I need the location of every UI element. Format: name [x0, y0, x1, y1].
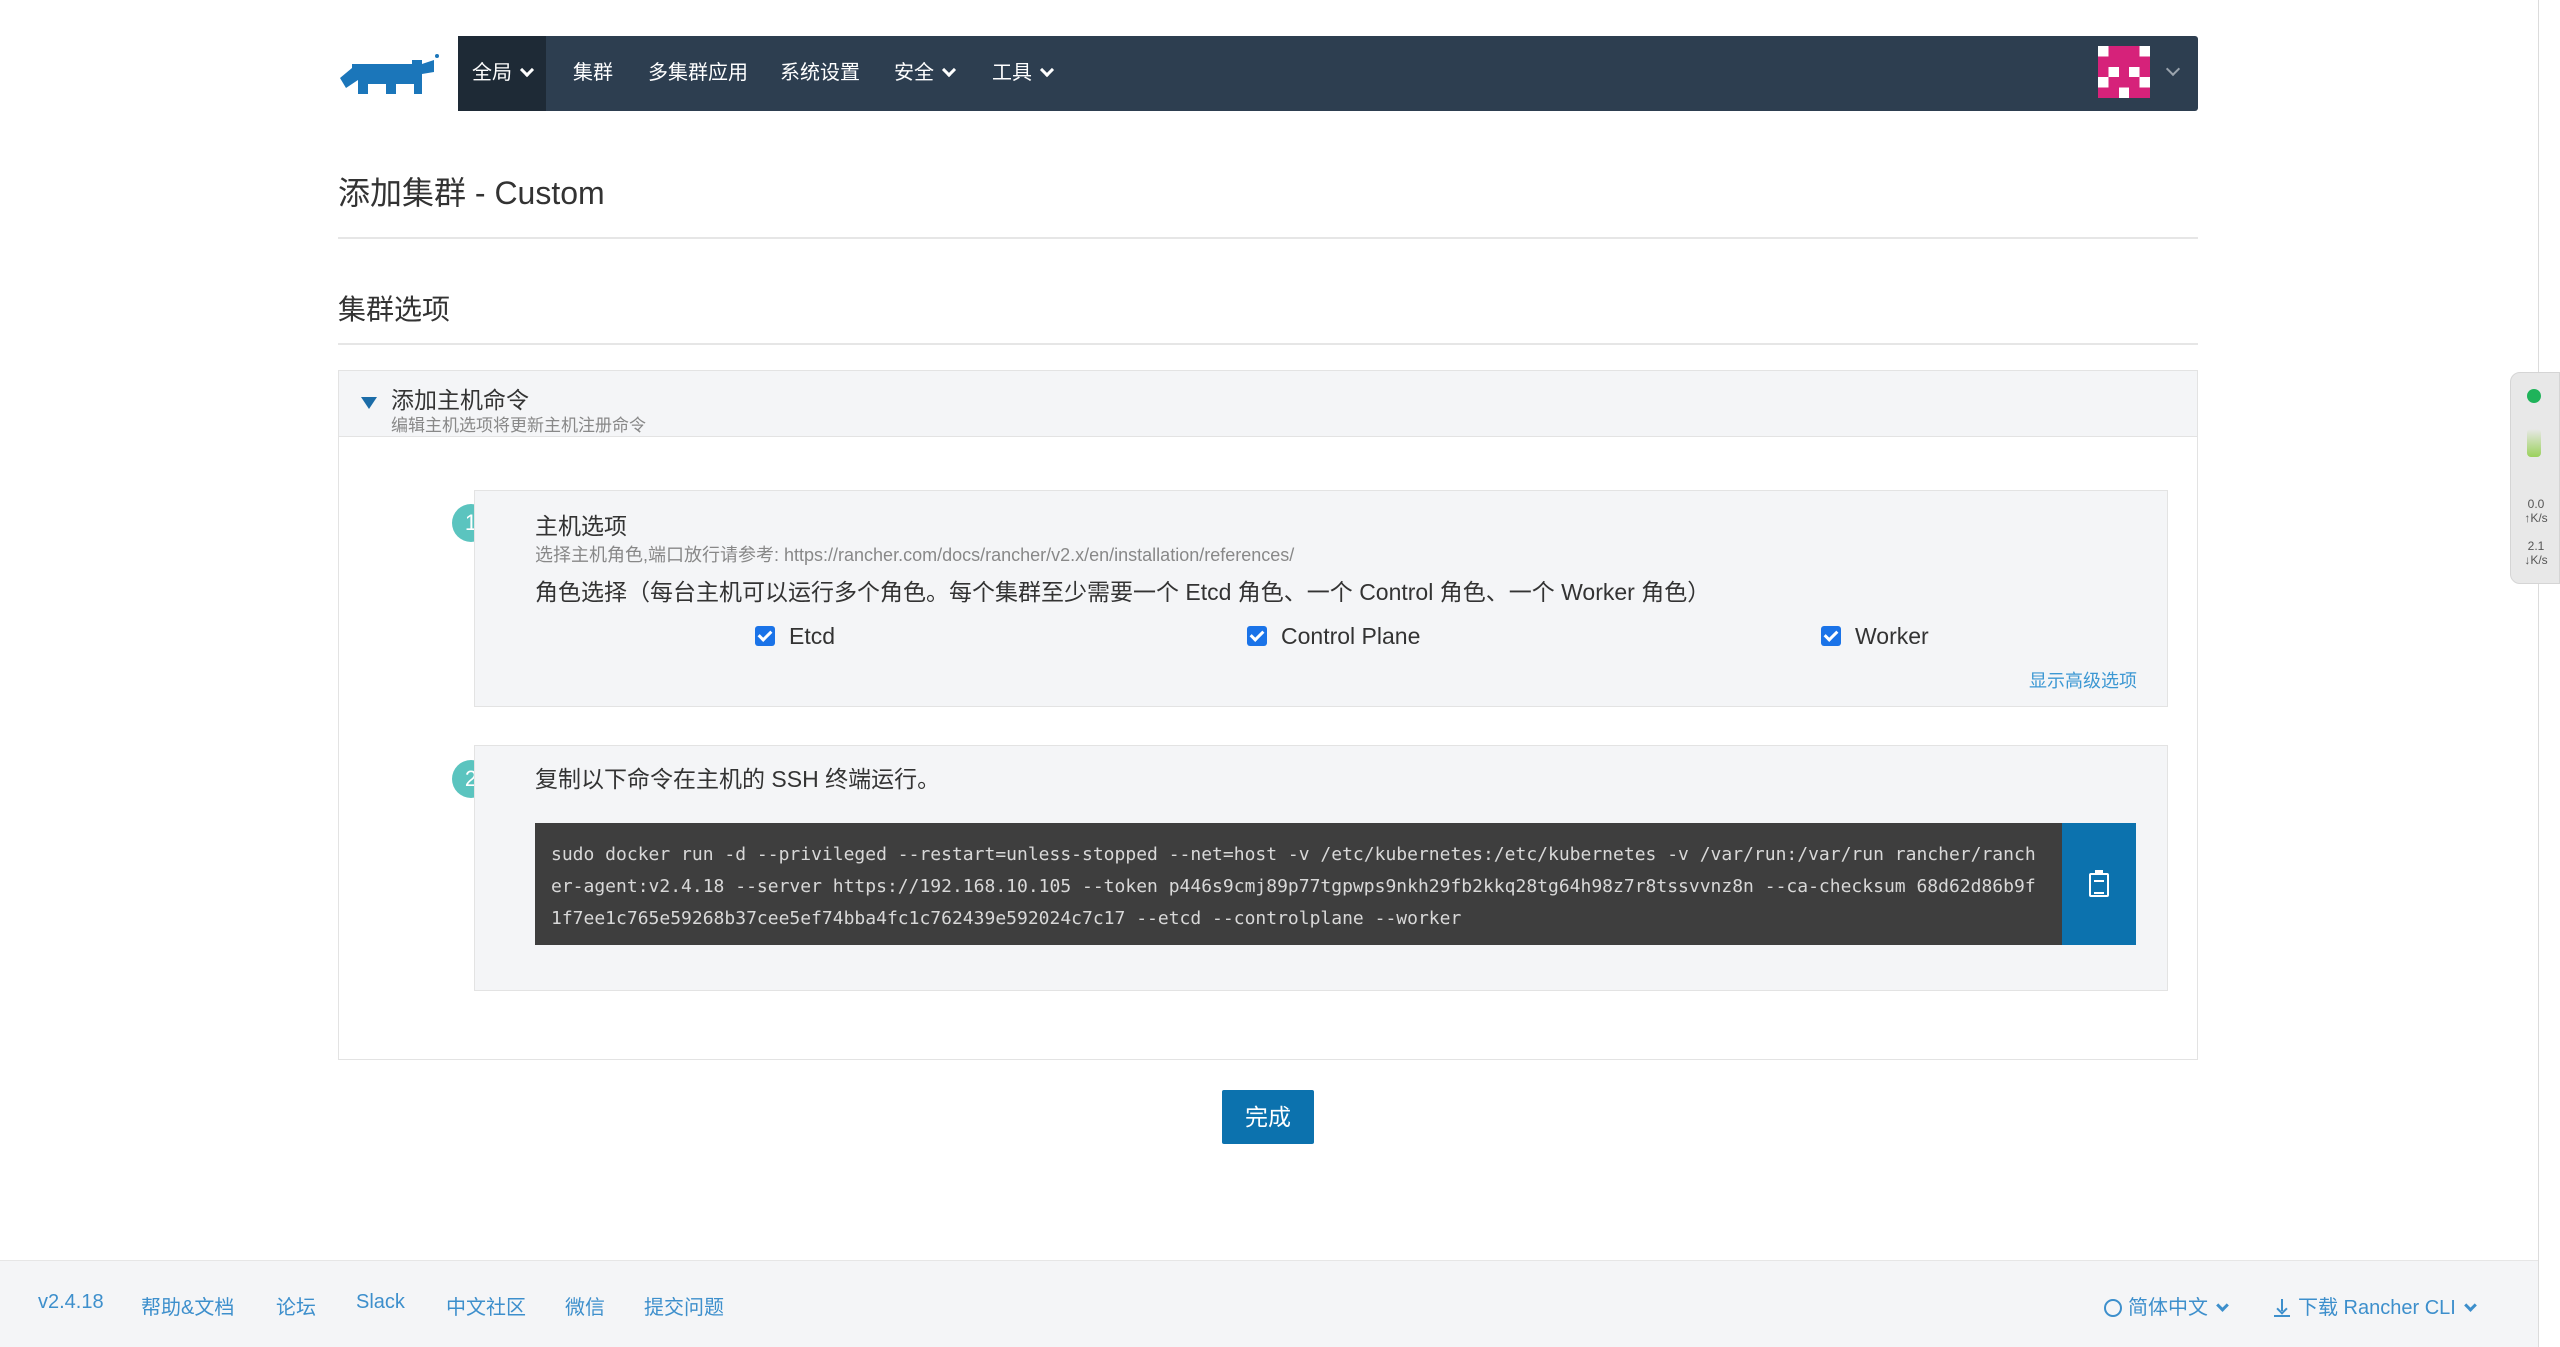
download-cli-menu[interactable]: 下载 Rancher CLI — [2274, 1291, 2477, 1320]
accordion-header[interactable]: 添加主机命令 编辑主机选项将更新主机注册命令 — [339, 371, 2197, 437]
chevron-down-icon — [519, 62, 535, 78]
done-button[interactable]: 完成 — [1222, 1090, 1314, 1144]
registration-command[interactable]: sudo docker run -d --privileged --restar… — [535, 823, 2062, 945]
upload-speed: 0.0 ↑K/s — [2524, 497, 2548, 525]
version-link[interactable]: v2.4.18 — [38, 1291, 104, 1314]
section-title: 集群选项 — [338, 294, 451, 325]
add-host-command-panel: 添加主机命令 编辑主机选项将更新主机注册命令 1 主机选项 选择主机角色,端口放… — [338, 370, 2198, 1060]
submit-issue-link[interactable]: 提交问题 — [644, 1291, 724, 1320]
user-menu-chevron-icon[interactable] — [2165, 61, 2181, 77]
copy-command-button[interactable] — [2062, 823, 2136, 945]
wechat-link[interactable]: 微信 — [565, 1291, 605, 1320]
command-step: 复制以下命令在主机的 SSH 终端运行。 sudo docker run -d … — [474, 745, 2168, 991]
user-avatar[interactable] — [2098, 46, 2150, 98]
globe-icon — [2104, 1299, 2122, 1317]
nav-tools[interactable]: 工具 — [992, 36, 1055, 111]
footer: v2.4.18 帮助&文档 论坛 Slack 中文社区 微信 提交问题 简体中文… — [0, 1260, 2538, 1347]
divider — [338, 343, 2198, 345]
main-nav: 全局 集群 多集群应用 系统设置 安全 工具 — [458, 36, 2198, 111]
collapse-arrow-icon[interactable] — [361, 397, 377, 409]
language-selector[interactable]: 简体中文 — [2104, 1291, 2229, 1320]
role-selection-text: 角色选择（每台主机可以运行多个角色。每个集群至少需要一个 Etcd 角色、一个 … — [535, 579, 1711, 605]
window-scrollbar[interactable] — [2538, 0, 2560, 1347]
network-speed-widget[interactable]: 0.0 ↑K/s 2.1 ↓K/s — [2510, 372, 2560, 584]
chevron-down-icon — [2216, 1299, 2229, 1312]
page-title: 添加集群 - Custom — [338, 175, 605, 211]
nav-multi-cluster-apps[interactable]: 多集群应用 — [648, 36, 748, 111]
chevron-down-icon — [1039, 62, 1055, 78]
chevron-down-icon — [2463, 1299, 2477, 1312]
help-docs-link[interactable]: 帮助&文档 — [141, 1291, 234, 1320]
clipboard-icon — [2089, 870, 2109, 897]
host-options-subtitle: 选择主机角色,端口放行请参考: https://rancher.com/docs… — [535, 545, 1295, 565]
nav-global[interactable]: 全局 — [458, 36, 546, 111]
rancher-logo-icon[interactable] — [338, 50, 440, 100]
chevron-down-icon — [941, 62, 957, 78]
host-options-title: 主机选项 — [535, 513, 627, 539]
command-step-title: 复制以下命令在主机的 SSH 终端运行。 — [535, 766, 941, 792]
etcd-checkbox[interactable]: Etcd — [755, 623, 835, 650]
usage-bar — [2527, 429, 2541, 457]
forum-link[interactable]: 论坛 — [276, 1291, 316, 1320]
accordion-subtitle: 编辑主机选项将更新主机注册命令 — [391, 416, 646, 435]
top-header: 全局 集群 多集群应用 系统设置 安全 工具 — [338, 36, 2198, 111]
nav-security[interactable]: 安全 — [894, 36, 957, 111]
checkbox-checked-icon[interactable] — [1821, 626, 1841, 646]
accordion-title: 添加主机命令 — [391, 387, 529, 413]
nav-clusters[interactable]: 集群 — [573, 36, 613, 111]
host-options-step: 主机选项 选择主机角色,端口放行请参考: https://rancher.com… — [474, 490, 2168, 707]
nav-system-settings[interactable]: 系统设置 — [780, 36, 860, 111]
chinese-community-link[interactable]: 中文社区 — [446, 1291, 526, 1320]
control-plane-checkbox[interactable]: Control Plane — [1247, 623, 1420, 650]
divider — [338, 237, 2198, 239]
download-speed: 2.1 ↓K/s — [2524, 539, 2548, 567]
worker-checkbox[interactable]: Worker — [1821, 623, 1929, 650]
download-icon — [2274, 1299, 2290, 1317]
checkbox-checked-icon[interactable] — [755, 626, 775, 646]
status-dot-icon — [2527, 389, 2541, 403]
checkbox-checked-icon[interactable] — [1247, 626, 1267, 646]
show-advanced-options-link[interactable]: 显示高级选项 — [2029, 667, 2137, 693]
slack-link[interactable]: Slack — [356, 1291, 405, 1314]
